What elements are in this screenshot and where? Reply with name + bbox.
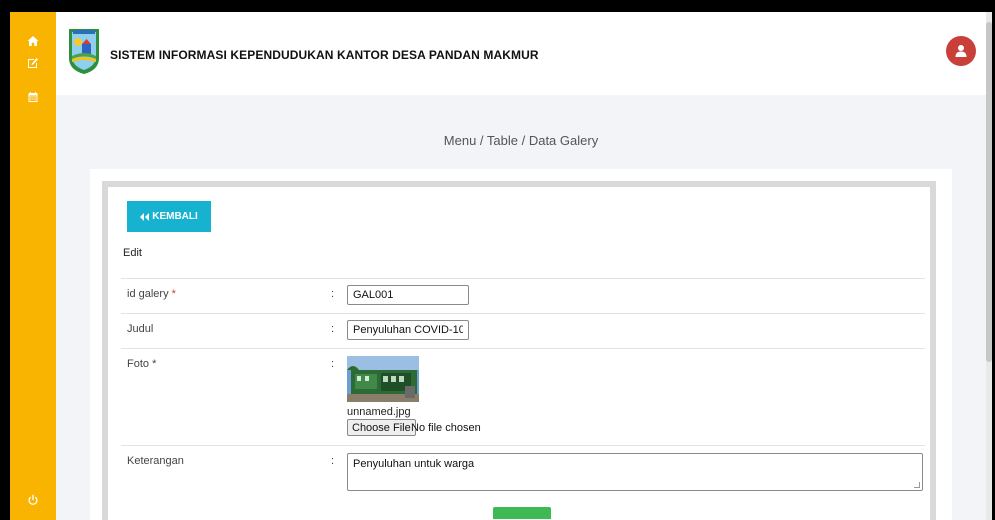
id-galery-label: id galery bbox=[127, 288, 169, 300]
village-logo bbox=[69, 29, 99, 74]
current-filename: unnamed.jpg bbox=[347, 406, 411, 418]
form-row-judul: Judul : bbox=[121, 313, 925, 348]
calendar-icon[interactable] bbox=[25, 89, 41, 105]
required-mark: * bbox=[152, 358, 157, 370]
breadcrumb: Menu / Table / Data Galery bbox=[443, 133, 599, 148]
form-row-foto: Foto * : unnamed.jpg Choose File No file… bbox=[121, 348, 925, 445]
colon: : bbox=[331, 288, 335, 300]
power-icon[interactable] bbox=[25, 492, 41, 508]
content-card: KEMBALI Edit id galery * : Judul : Foto … bbox=[90, 169, 952, 520]
keterangan-textarea[interactable]: Penyuluhan untuk warga bbox=[347, 453, 923, 491]
choose-file-button[interactable]: Choose File bbox=[347, 419, 416, 436]
form-heading: Edit bbox=[123, 247, 142, 259]
judul-input[interactable] bbox=[347, 320, 469, 340]
id-galery-input[interactable] bbox=[347, 285, 469, 305]
page-scrollbar[interactable] bbox=[986, 12, 992, 520]
user-icon bbox=[955, 45, 967, 57]
colon: : bbox=[331, 323, 335, 335]
sidebar bbox=[10, 12, 56, 520]
file-status: No file chosen bbox=[411, 422, 481, 434]
form-row-keterangan: Keterangan : Penyuluhan untuk warga bbox=[121, 445, 925, 505]
foto-label: Foto bbox=[127, 358, 150, 370]
keterangan-value: Penyuluhan untuk warga bbox=[353, 458, 475, 470]
keterangan-label: Keterangan bbox=[127, 455, 184, 467]
form-row-id-galery: id galery * : bbox=[121, 278, 925, 313]
app-window: SISTEM INFORMASI KEPENDUDUKAN KANTOR DES… bbox=[10, 12, 992, 520]
app-title: SISTEM INFORMASI KEPENDUDUKAN KANTOR DES… bbox=[110, 48, 539, 62]
resize-grip-icon[interactable] bbox=[914, 482, 920, 488]
photo-thumbnail bbox=[347, 356, 419, 402]
double-chevron-left-icon bbox=[140, 212, 150, 221]
save-button[interactable] bbox=[493, 507, 551, 519]
form-panel: KEMBALI Edit id galery * : Judul : Foto … bbox=[102, 181, 936, 520]
home-icon[interactable] bbox=[25, 33, 41, 49]
required-mark: * bbox=[171, 288, 176, 300]
judul-label: Judul bbox=[127, 323, 154, 335]
back-button[interactable]: KEMBALI bbox=[127, 201, 211, 232]
colon: : bbox=[331, 455, 335, 467]
colon: : bbox=[331, 358, 335, 370]
user-avatar[interactable] bbox=[946, 36, 976, 66]
scrollbar-thumb[interactable] bbox=[986, 22, 992, 362]
top-header: SISTEM INFORMASI KEPENDUDUKAN KANTOR DES… bbox=[56, 12, 992, 95]
edit-icon[interactable] bbox=[25, 55, 41, 71]
back-button-label: KEMBALI bbox=[152, 211, 198, 222]
